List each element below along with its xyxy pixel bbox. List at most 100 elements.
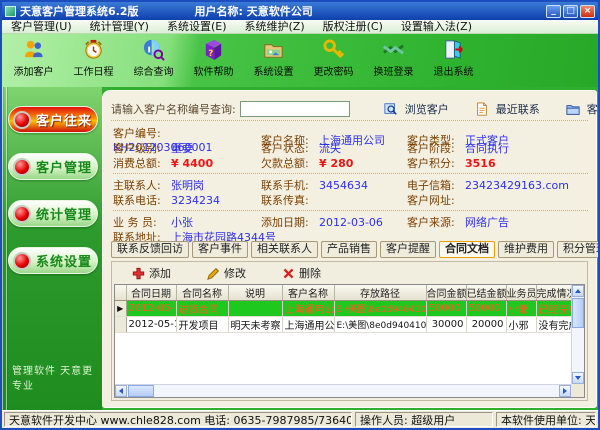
row-marker-icon: ▶ (115, 301, 126, 317)
app-window: 天意客户管理系统6.2版 用户名称: 天意软件公司 _ □ × 客户管理(U) … (0, 0, 600, 430)
sidebar-item-label: 客户往来 (36, 110, 92, 129)
link-recent-contacts[interactable]: 最近联系 (471, 101, 540, 117)
col-settled-amount[interactable]: 已结金额 (466, 285, 506, 301)
tab-customer-reminders[interactable]: 客户提醒 (380, 241, 436, 258)
dotted-divider (113, 210, 588, 211)
add-icon (132, 267, 145, 280)
menu-statistics-management[interactable]: 统计管理(Y) (81, 20, 158, 33)
scroll-down-icon[interactable] (572, 372, 584, 384)
col-note[interactable]: 说明 (228, 285, 282, 301)
scroll-up-icon[interactable] (572, 285, 584, 297)
contract-documents-panel: 添加 修改 删除 (111, 261, 588, 401)
link-customer-management[interactable]: 客户管理 (562, 101, 600, 117)
customer-management-icon (566, 102, 580, 116)
vertical-scrollbar[interactable] (571, 285, 584, 384)
scroll-right-icon[interactable] (559, 385, 571, 397)
system-settings-icon (262, 38, 285, 61)
menu-customer-management[interactable]: 客户管理(U) (2, 20, 81, 33)
sidebar: 客户往来 客户管理 统计管理 系统设置 管理软件 天意更专业 (2, 87, 102, 410)
sidebar-item-customer-contacts[interactable]: 客户往来 (8, 106, 98, 133)
col-agent[interactable]: 业务员 (506, 285, 536, 301)
tab-product-sales[interactable]: 产品销售 (321, 241, 377, 258)
toolbar-button-work-schedule[interactable]: 工作日程 (70, 38, 117, 78)
sidebar-item-label: 统计管理 (36, 204, 92, 223)
sidebar-item-customer-management[interactable]: 客户管理 (8, 153, 98, 180)
toolbar-button-software-help[interactable]: ? 软件帮助 (190, 38, 237, 78)
field-customer-website: 客户网址: (407, 192, 588, 208)
tab-points-management[interactable]: 积分管理 (557, 241, 600, 258)
menu-input-method[interactable]: 设置输入法(Z) (392, 20, 481, 33)
red-sphere-icon (13, 111, 31, 129)
col-selector (115, 285, 126, 301)
customer-details: 客户编号:KH201203060001 客户名称:上海通用公司 客户类型:正式客… (113, 125, 588, 244)
red-sphere-icon (13, 158, 31, 176)
maximize-button[interactable]: □ (563, 5, 578, 18)
horizontal-scroll-thumb[interactable] (128, 385, 154, 397)
toolbar-button-add-customer[interactable]: 添加客户 (10, 38, 57, 78)
menu-system-maintenance[interactable]: 系统维护(Z) (236, 20, 314, 33)
action-label: 修改 (224, 265, 246, 281)
table-row[interactable]: ▶ 2012-05-16 进货合同 上海通用公司 E:\美图\8e0d94041… (115, 301, 577, 317)
work-schedule-icon (82, 38, 105, 61)
status-bar: 天意软件开发中心 www.chle828.com 电话: 0635-798798… (2, 410, 598, 428)
field-total-arrears: 欠款总额:¥ 280 (261, 155, 407, 171)
toolbar-button-change-password[interactable]: 更改密码 (310, 38, 357, 78)
details-row: 联系电话:3234234 联系传真: 客户网址: (113, 192, 588, 207)
action-label: 删除 (299, 265, 321, 281)
sidebar-item-system-settings[interactable]: 系统设置 (8, 247, 98, 274)
field-customer-level: 客户级别:重要 (113, 140, 261, 156)
tab-contract-documents[interactable]: 合同文档 (439, 241, 495, 258)
close-button[interactable]: × (580, 5, 595, 18)
tab-related-contacts[interactable]: 相关联系人 (251, 241, 318, 258)
add-record-button[interactable]: 添加 (132, 265, 171, 281)
toolbar-button-exit-system[interactable]: 退出系统 (430, 38, 477, 78)
delete-x-icon (282, 267, 295, 280)
app-icon (5, 6, 16, 17)
col-storage-path[interactable]: 存放路径 (334, 285, 426, 301)
col-customer-name[interactable]: 客户名称 (282, 285, 334, 301)
menu-system-settings[interactable]: 系统设置(E) (158, 20, 236, 33)
body-area: 客户往来 客户管理 统计管理 系统设置 管理软件 天意更专业 请输入客户名称编号… (2, 87, 598, 410)
scroll-left-icon[interactable] (115, 385, 127, 397)
toolbar-button-comprehensive-query[interactable]: 综合查询 (130, 38, 177, 78)
field-contact-mobile: 联系手机:3454634 (261, 177, 407, 193)
window-title: 天意客户管理系统6.2版 (20, 3, 139, 19)
dotted-divider (113, 173, 588, 174)
toolbar-label: 换班登录 (374, 63, 414, 78)
comprehensive-query-icon (142, 38, 165, 61)
horizontal-scrollbar[interactable] (115, 384, 571, 397)
tab-contact-feedback[interactable]: 联系反馈回访 (111, 241, 189, 258)
col-contract-name[interactable]: 合同名称 (176, 285, 228, 301)
col-contract-amount[interactable]: 合同金额 (426, 285, 466, 301)
link-label: 最近联系 (496, 101, 540, 117)
field-add-date: 添加日期:2012-03-06 (261, 214, 407, 230)
field-contact-fax: 联系传真: (261, 192, 407, 208)
title-bar: 天意客户管理系统6.2版 用户名称: 天意软件公司 _ □ × (2, 2, 598, 20)
menu-copyright-registration[interactable]: 版权注册(C) (314, 20, 392, 33)
vertical-scroll-thumb[interactable] (572, 298, 584, 328)
toolbar-button-shift-login[interactable]: 换班登录 (370, 38, 417, 78)
link-browse-customers[interactable]: 浏览客户 (380, 101, 449, 117)
status-developer-info: 天意软件开发中心 www.chle828.com 电话: 0635-798798… (4, 412, 352, 427)
col-contract-date[interactable]: 合同日期 (126, 285, 176, 301)
toolbar-label: 系统设置 (254, 63, 294, 78)
contracts-list-area: 合同日期 合同名称 说明 客户名称 存放路径 合同金额 已结金额 业务员 完成情… (114, 284, 585, 398)
edit-record-button[interactable]: 修改 (207, 265, 246, 281)
delete-record-button[interactable]: 删除 (282, 265, 321, 281)
field-total-consumption: 消费总额:¥ 4400 (113, 155, 261, 171)
tab-maintenance-fees[interactable]: 维护费用 (498, 241, 554, 258)
customer-search-input[interactable] (240, 101, 350, 117)
tab-customer-events[interactable]: 客户事件 (192, 241, 248, 258)
toolbar-button-system-settings[interactable]: 系统设置 (250, 38, 297, 78)
contracts-table: 合同日期 合同名称 说明 客户名称 存放路径 合同金额 已结金额 业务员 完成情… (115, 285, 578, 333)
sidebar-item-statistics-management[interactable]: 统计管理 (8, 200, 98, 227)
sidebar-item-label: 客户管理 (36, 157, 92, 176)
toolbar-label: 添加客户 (14, 63, 54, 78)
svg-text:?: ? (208, 49, 213, 59)
shift-login-icon (382, 38, 405, 61)
field-customer-source: 客户来源:网络广告 (407, 214, 588, 230)
minimize-button[interactable]: _ (546, 5, 561, 18)
details-row: 主联系人:张明岗 联系手机:3454634 电子信箱:23423429163.c… (113, 177, 588, 192)
table-row[interactable]: 2012-05-11 开发项目 明天未考察 上海通用公司 E:\美图\8e0d9… (115, 317, 577, 333)
recent-contacts-icon (475, 102, 489, 116)
